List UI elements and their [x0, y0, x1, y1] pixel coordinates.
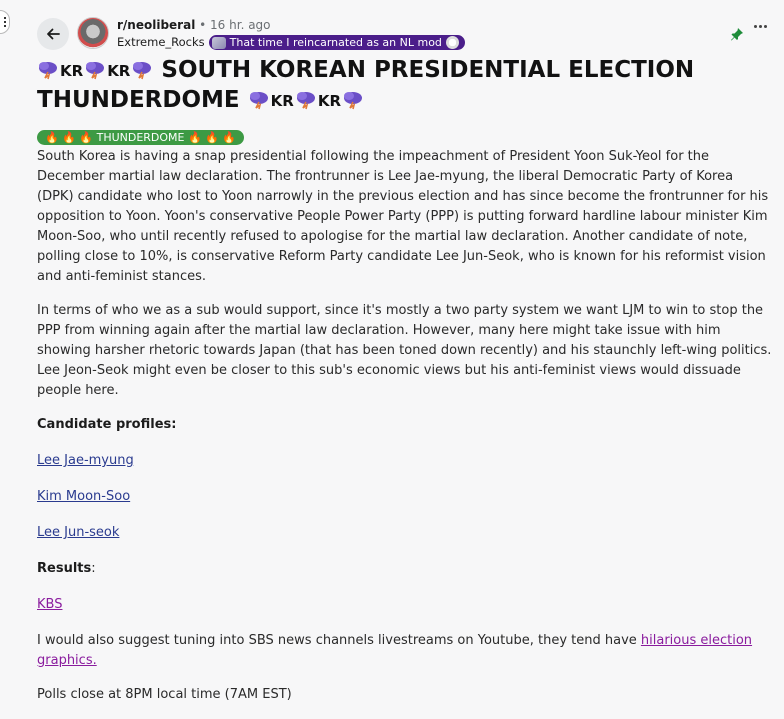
storm-cloud-icon: [133, 62, 152, 80]
list-item: Lee Jae-myung: [37, 451, 772, 471]
post-body: South Korea is having a snap presidentia…: [37, 147, 772, 719]
results-heading-line: Results:: [37, 559, 772, 579]
subreddit-avatar[interactable]: [77, 17, 109, 49]
edge-menu-button[interactable]: [0, 10, 10, 34]
candidate-heading: Candidate profiles:: [37, 417, 177, 432]
results-colon: :: [91, 561, 96, 576]
vertical-dots-icon: [4, 16, 6, 28]
kr-flag-label: KR: [107, 62, 131, 80]
more-icon[interactable]: [754, 25, 767, 28]
storm-cloud-icon: [249, 92, 268, 110]
storm-cloud-icon: [344, 92, 363, 110]
storm-cloud-icon: [296, 92, 315, 110]
fire-icon: 🔥 🔥 🔥: [45, 131, 94, 144]
post-flair-label: THUNDERDOME: [96, 131, 185, 144]
polls-close-text: Polls close at 8PM local time (7AM EST): [37, 687, 292, 702]
storm-cloud-icon: [86, 62, 105, 80]
suggest-text: I would also suggest tuning into SBS new…: [37, 633, 641, 648]
post-title: KR KR SOUTH KOREAN PRESIDENTIAL ELECTION…: [37, 56, 737, 116]
author-username[interactable]: Extreme_Rocks: [117, 35, 205, 50]
back-button[interactable]: [37, 18, 69, 50]
subreddit-link[interactable]: r/neoliberal: [117, 18, 195, 32]
body-paragraph: South Korea is having a snap presidentia…: [37, 149, 769, 284]
flair-face-icon: [445, 36, 459, 49]
kr-flag-label: KR: [60, 62, 84, 80]
fire-icon: 🔥 🔥 🔥: [188, 131, 237, 144]
user-flair: That time I reincarnated as an NL mod: [208, 35, 465, 50]
post-flair-badge[interactable]: 🔥 🔥 🔥 THUNDERDOME 🔥 🔥 🔥: [37, 130, 245, 145]
post-time: 16 hr. ago: [210, 18, 271, 32]
back-arrow-icon: [47, 28, 60, 40]
author-line: Extreme_Rocks That time I reincarnated a…: [117, 35, 465, 50]
body-paragraph: In terms of who we as a sub would suppor…: [37, 303, 772, 398]
list-item: KBS: [37, 595, 772, 615]
candidate-link-kim-moon-soo[interactable]: Kim Moon-Soo: [37, 489, 130, 504]
candidate-link-lee-jae-myung[interactable]: Lee Jae-myung: [37, 453, 134, 468]
pin-icon[interactable]: [730, 27, 744, 41]
kr-flag-label: KR: [270, 92, 294, 110]
list-item: Kim Moon-Soo: [37, 487, 772, 507]
meta-separator: •: [199, 18, 207, 32]
post-meta: r/neoliberal • 16 hr. ago: [117, 18, 271, 33]
candidate-link-lee-jun-seok[interactable]: Lee Jun-seok: [37, 525, 119, 540]
suggest-paragraph: I would also suggest tuning into SBS new…: [37, 631, 772, 671]
kr-flag-label: KR: [317, 92, 342, 110]
flair-image-icon: [211, 36, 226, 49]
results-link-kbs[interactable]: KBS: [37, 597, 62, 612]
results-heading: Results: [37, 561, 92, 576]
storm-cloud-icon: [39, 62, 57, 80]
user-flair-text: That time I reincarnated as an NL mod: [229, 36, 442, 49]
list-item: Lee Jun-seok: [37, 523, 772, 543]
